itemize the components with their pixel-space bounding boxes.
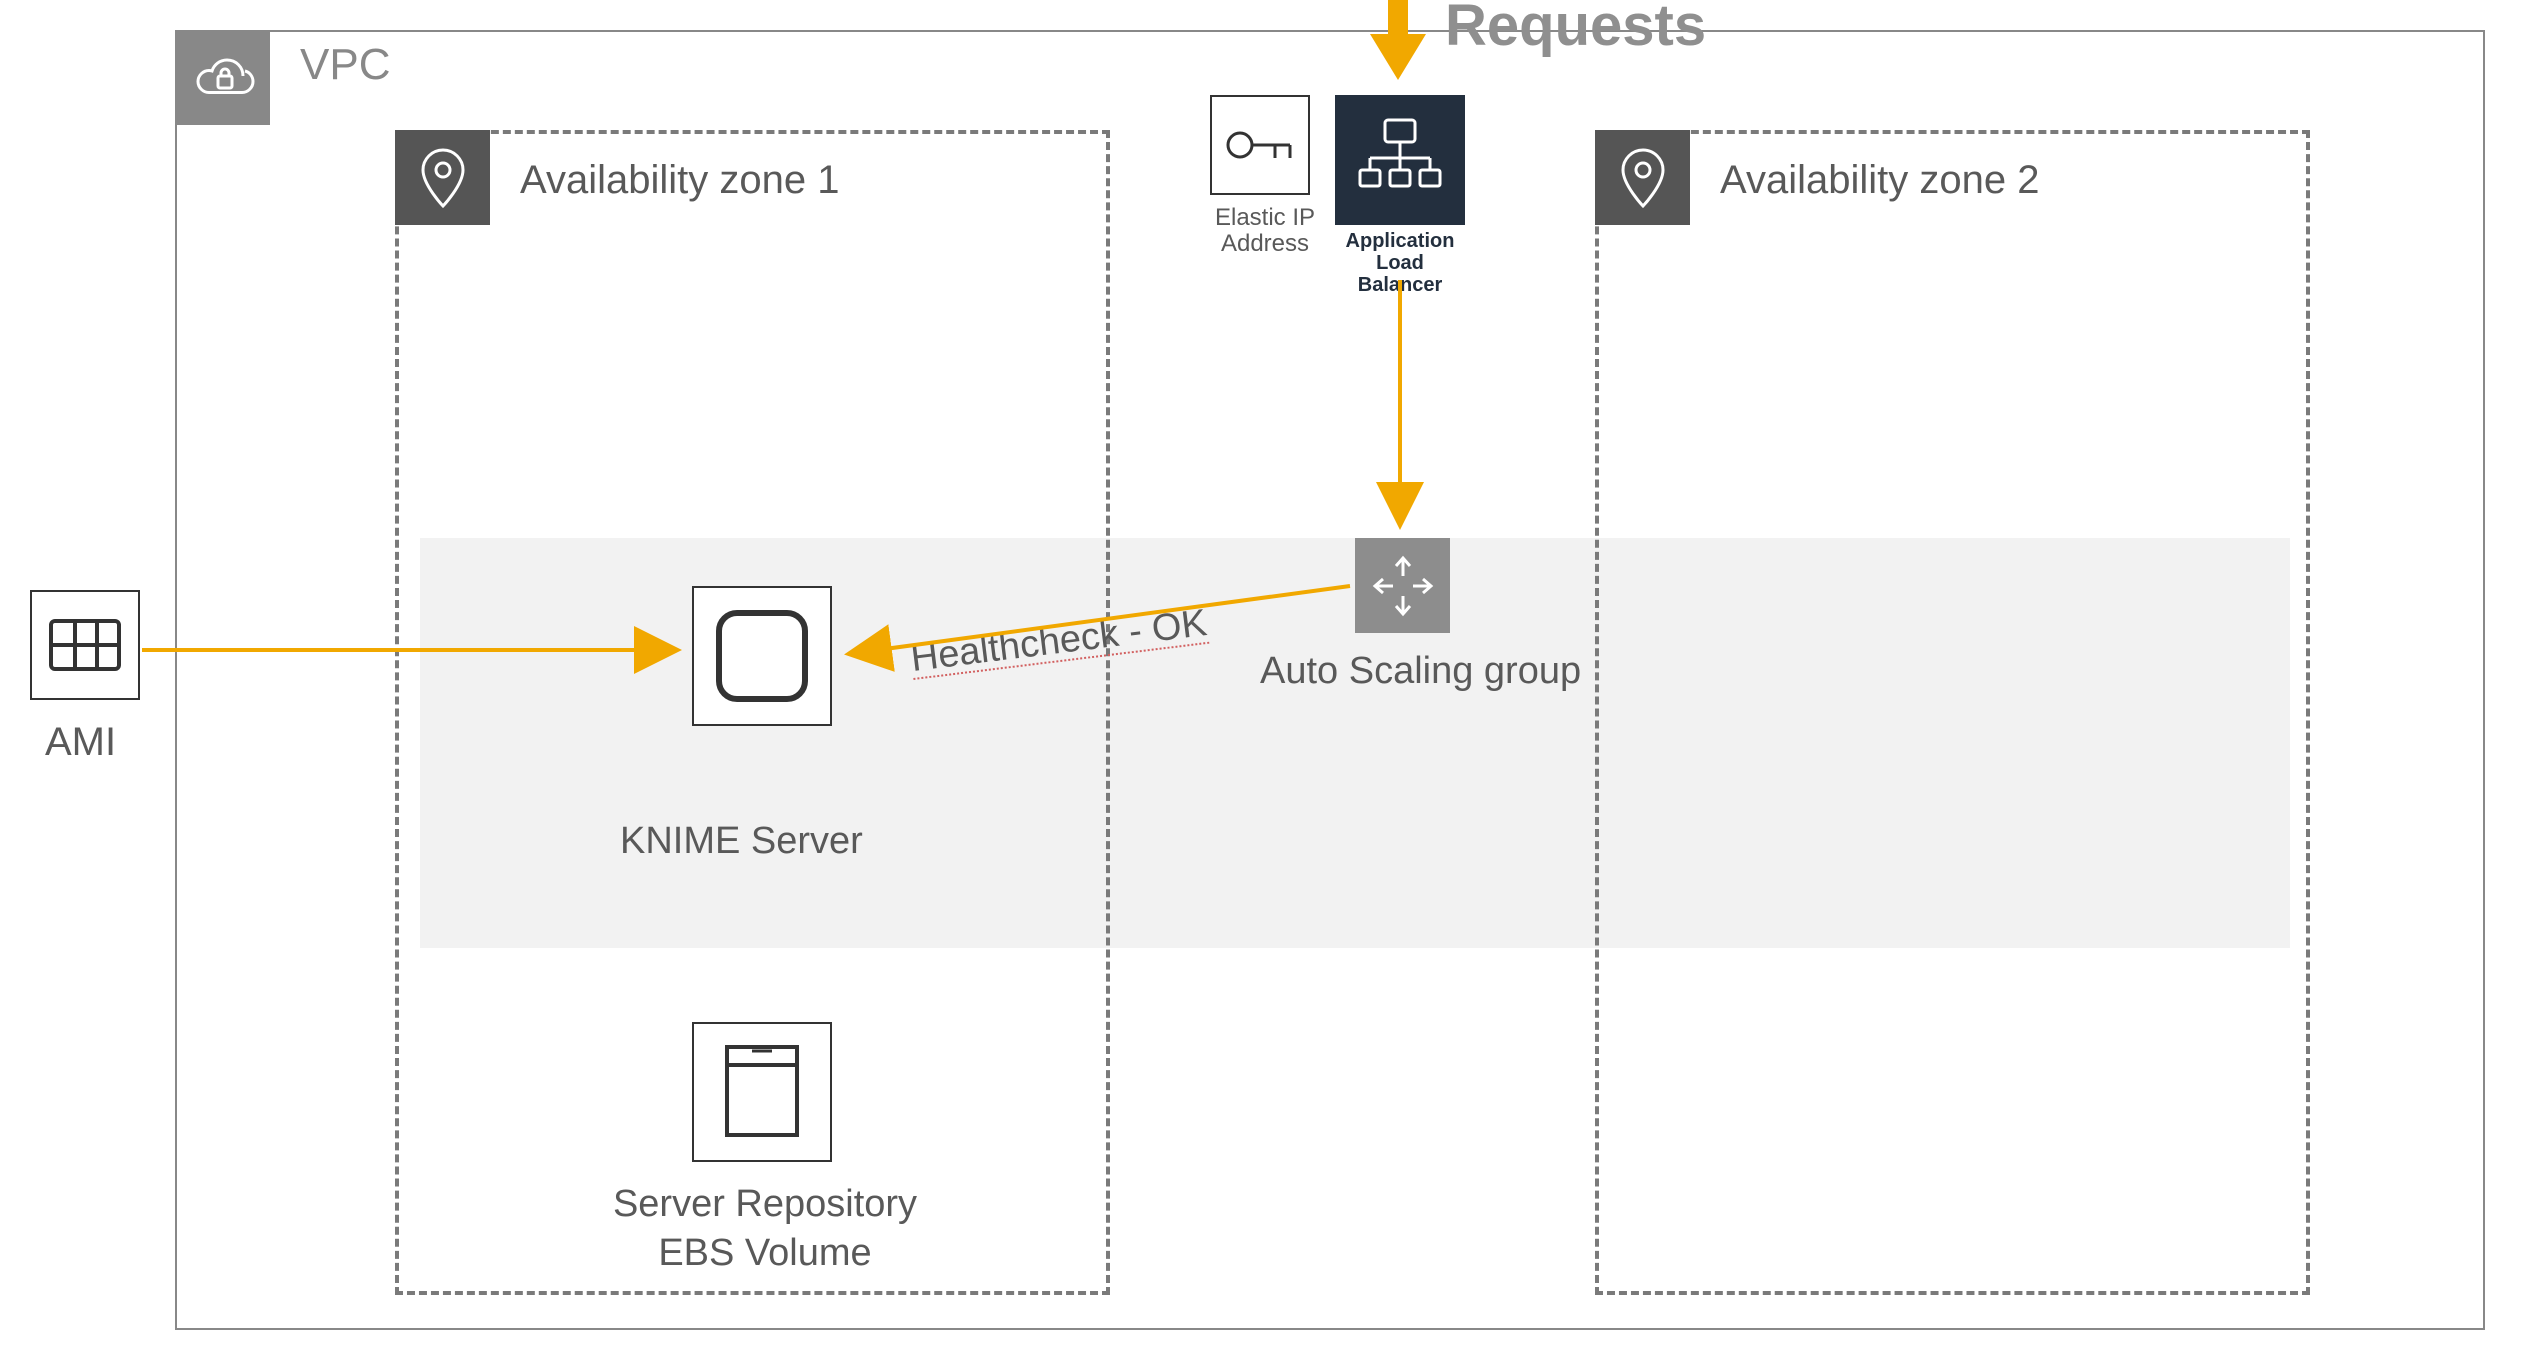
eip-label-l1: Elastic IP: [1215, 204, 1315, 231]
eip-label-l2: Address: [1221, 230, 1309, 257]
ebs-volume-icon: [692, 1022, 832, 1162]
availability-zone-2: [1595, 130, 2310, 1295]
vpc-label: VPC: [300, 40, 390, 90]
ebs-label-l2: EBS Volume: [658, 1232, 871, 1274]
elastic-ip-icon: [1210, 95, 1310, 195]
ami-icon: [30, 590, 140, 700]
auto-scaling-icon: [1355, 538, 1450, 633]
requests-label: Requests: [1445, 0, 1706, 59]
auto-scaling-label: Auto Scaling group: [1260, 650, 1581, 693]
az2-label: Availability zone 2: [1720, 158, 2039, 203]
pin-icon: [1595, 130, 1690, 225]
load-balancer-icon: [1335, 95, 1465, 225]
ebs-volume-label: Server Repository EBS Volume: [595, 1180, 935, 1279]
alb-label-l1: Application: [1346, 230, 1455, 252]
ebs-label-l1: Server Repository: [613, 1183, 917, 1225]
az1-label: Availability zone 1: [520, 158, 839, 203]
knime-server-label: KNIME Server: [620, 820, 863, 863]
vpc-icon: [175, 30, 270, 125]
elastic-ip-label: Elastic IP Address: [1205, 205, 1325, 258]
load-balancer-label: Application Load Balancer: [1335, 230, 1465, 296]
pin-icon: [395, 130, 490, 225]
knime-server-icon: [692, 586, 832, 726]
alb-label-l2: Load Balancer: [1358, 252, 1443, 296]
ami-label: AMI: [45, 720, 116, 765]
diagram-canvas: VPC Availability zone 1 Availability zon…: [0, 0, 2522, 1346]
